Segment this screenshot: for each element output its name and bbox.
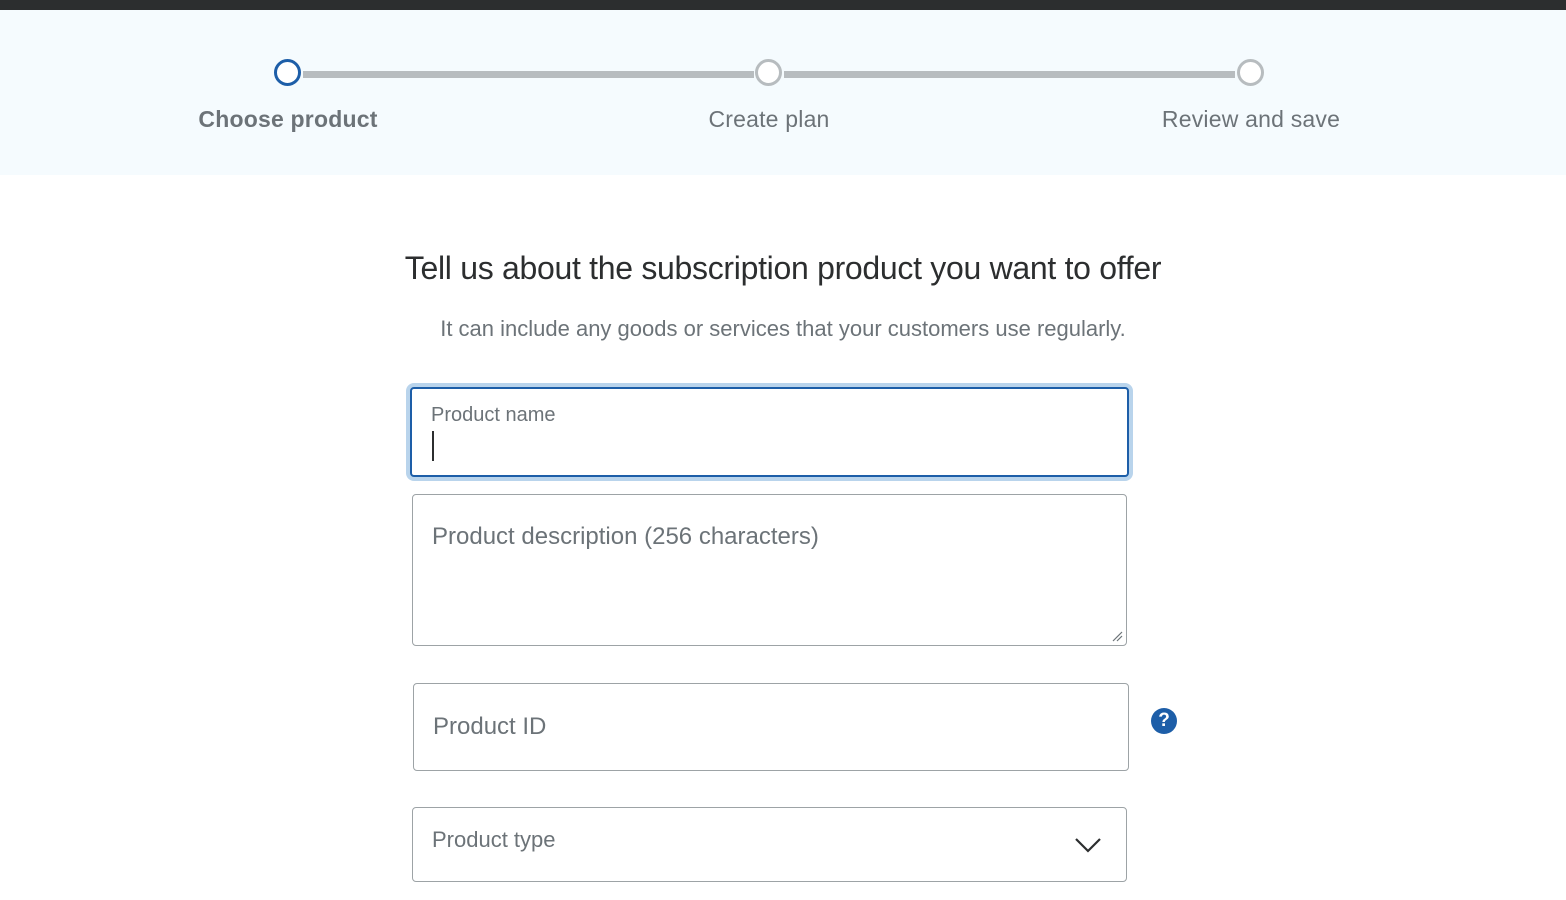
stepper-track-1 (303, 71, 754, 78)
step-label-review-and-save: Review and save (1161, 106, 1341, 132)
progress-stepper: Choose product Create plan Review and sa… (0, 10, 1566, 175)
chevron-down-icon (1075, 838, 1101, 853)
step-dot-choose-product (274, 59, 301, 86)
step-dot-create-plan (755, 59, 782, 86)
step-label-create-plan: Create plan (708, 106, 830, 132)
product-name-label: Product name (431, 404, 556, 426)
product-id-placeholder: Product ID (433, 713, 547, 740)
stepper-track-2 (784, 71, 1235, 78)
text-cursor (432, 431, 434, 461)
page-title: Tell us about the subscription product y… (404, 250, 1162, 286)
product-name-input[interactable]: Product name (410, 387, 1129, 477)
product-type-select[interactable]: Product type (412, 807, 1127, 882)
top-bar (0, 0, 1566, 10)
product-description-placeholder: Product description (256 characters) (432, 523, 819, 550)
resize-grip-icon[interactable] (1111, 630, 1123, 642)
step-label-choose-product: Choose product (198, 106, 378, 132)
product-id-input[interactable]: Product ID (413, 683, 1129, 771)
help-icon[interactable]: ? (1151, 708, 1177, 734)
product-type-placeholder: Product type (432, 827, 556, 852)
product-description-textarea[interactable]: Product description (256 characters) (412, 494, 1127, 646)
page-subtitle: It can include any goods or services tha… (440, 316, 1126, 341)
step-dot-review-and-save (1237, 59, 1264, 86)
